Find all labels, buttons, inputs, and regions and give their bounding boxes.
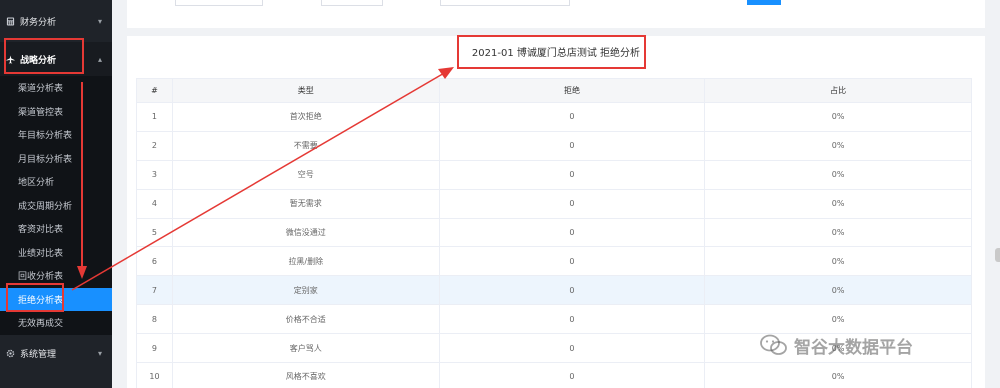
sidebar-subitem-label: 月目标分析表 (18, 154, 73, 165)
scroll-handle[interactable] (995, 248, 1000, 262)
search-button[interactable] (747, 0, 781, 5)
type-select[interactable] (440, 0, 570, 6)
chevron-up-icon: ▴ (97, 54, 102, 64)
app-root: 财务分析 ▾ 战略分析 ▴ 渠道分析表 渠道管控表 年目标分析表 月目标分析表 地区分析… (0, 0, 1000, 388)
cell-num: 1 (136, 102, 173, 132)
table-row[interactable]: 2 不需要 0 0% (136, 130, 972, 161)
chevron-down-icon: ▾ (97, 16, 102, 26)
sidebar-subitem[interactable]: 年目标分析表 (0, 123, 112, 147)
table-row[interactable]: 7 定别家 0 0% (136, 275, 972, 306)
cell-type: 不需要 (171, 130, 440, 161)
calculator-icon (6, 16, 15, 26)
cell-rejected: 0 (438, 188, 706, 219)
sidebar-subitem[interactable]: 无效再成交 (0, 311, 112, 335)
cell-type: 空号 (171, 159, 440, 190)
cell-rejected: 0 (438, 159, 706, 190)
cell-num: 3 (136, 159, 173, 190)
sidebar-subitem[interactable]: 业绩对比表 (0, 240, 112, 264)
store-select[interactable] (321, 0, 383, 6)
table-row[interactable]: 6 拉黑/删除 0 0% (136, 246, 972, 277)
cell-ratio: 0% (704, 275, 972, 306)
cell-type: 定别家 (171, 275, 440, 306)
sidebar-subitem[interactable]: 成交周期分析 (0, 193, 112, 217)
cell-type: 暂无需求 (171, 188, 440, 219)
sidebar-subitem[interactable]: 渠道分析表 (0, 76, 112, 100)
sidebar-subitem[interactable]: 地区分析 (0, 170, 112, 194)
column-header-type: 类型 (171, 78, 440, 103)
date-field[interactable] (175, 0, 263, 6)
cell-rejected: 0 (438, 333, 706, 364)
cell-rejected: 0 (438, 130, 706, 161)
column-header-rejected: 拒绝 (438, 78, 706, 103)
cell-rejected: 0 (438, 217, 706, 248)
cell-num: 4 (136, 188, 173, 219)
cell-ratio: 0% (704, 217, 972, 248)
sidebar-subitem-label: 成交周期分析 (18, 201, 73, 212)
annotation-box-title (457, 35, 646, 69)
sidebar-item-label: 系统管理 (20, 349, 57, 360)
cell-rejected: 0 (438, 102, 706, 132)
cell-ratio: 0% (704, 188, 972, 219)
cell-rejected: 0 (438, 304, 706, 335)
cell-type: 风格不喜欢 (171, 362, 440, 388)
table-row[interactable]: 1 首次拒绝 0 0% (136, 102, 972, 132)
sidebar-subitem-label: 业绩对比表 (18, 248, 64, 259)
sidebar-subitem-label: 年目标分析表 (18, 131, 73, 142)
cell-num: 8 (136, 304, 173, 335)
sidebar-subitem-label: 渠道管控表 (18, 107, 64, 118)
cell-num: 10 (136, 362, 173, 388)
cell-ratio: 0% (704, 246, 972, 277)
sidebar-subitem-label: 客资对比表 (18, 225, 64, 236)
cell-type: 微信没通过 (171, 217, 440, 248)
watermark: 智谷大数据平台 (760, 330, 913, 360)
cell-ratio: 0% (704, 102, 972, 132)
sidebar-item-system[interactable]: 系统管理 ▾ (0, 340, 112, 366)
sidebar-item-finance[interactable]: 财务分析 ▾ (0, 0, 112, 42)
cell-ratio: 0% (704, 362, 972, 388)
sidebar-subitem-label: 地区分析 (18, 178, 55, 189)
cell-rejected: 0 (438, 275, 706, 306)
sidebar-subitem-label: 回收分析表 (18, 272, 64, 283)
sidebar-subitem[interactable]: 渠道管控表 (0, 99, 112, 123)
gear-icon (6, 349, 15, 357)
wechat-icon (760, 334, 787, 355)
sidebar-subitem[interactable]: 客资对比表 (0, 217, 112, 241)
watermark-text: 智谷大数据平台 (794, 337, 913, 358)
cell-num: 9 (136, 333, 173, 364)
cell-num: 7 (136, 275, 173, 306)
cell-ratio: 0% (704, 130, 972, 161)
cell-type: 首次拒绝 (171, 102, 440, 132)
chevron-down-icon: ▾ (97, 348, 102, 358)
cell-type: 拉黑/删除 (171, 246, 440, 277)
cell-ratio: 0% (704, 159, 972, 190)
cell-num: 5 (136, 217, 173, 248)
table-row[interactable]: 4 暂无需求 0 0% (136, 188, 972, 219)
sidebar-subitem-label: 无效再成交 (18, 319, 64, 330)
cell-num: 6 (136, 246, 173, 277)
cell-type: 客户骂人 (171, 333, 440, 364)
cell-num: 2 (136, 130, 173, 161)
cell-type: 价格不合适 (171, 304, 440, 335)
annotation-box-strategy (4, 38, 84, 74)
table-row[interactable]: 3 空号 0 0% (136, 159, 972, 190)
cell-rejected: 0 (438, 246, 706, 277)
filter-bar (127, 0, 985, 28)
annotation-box-reject-menu (6, 283, 64, 312)
cell-rejected: 0 (438, 362, 706, 388)
table-row[interactable]: 5 微信没通过 0 0% (136, 217, 972, 248)
table-row[interactable]: 10 风格不喜欢 0 0% (136, 362, 972, 388)
column-header-ratio: 占比 (704, 78, 972, 103)
sidebar-item-label: 财务分析 (20, 17, 57, 28)
table-header-row: # 类型 拒绝 占比 (136, 78, 972, 103)
sidebar-subitem-label: 渠道分析表 (18, 84, 64, 95)
column-header-num: # (136, 78, 173, 103)
sidebar-subitem[interactable]: 月目标分析表 (0, 146, 112, 170)
